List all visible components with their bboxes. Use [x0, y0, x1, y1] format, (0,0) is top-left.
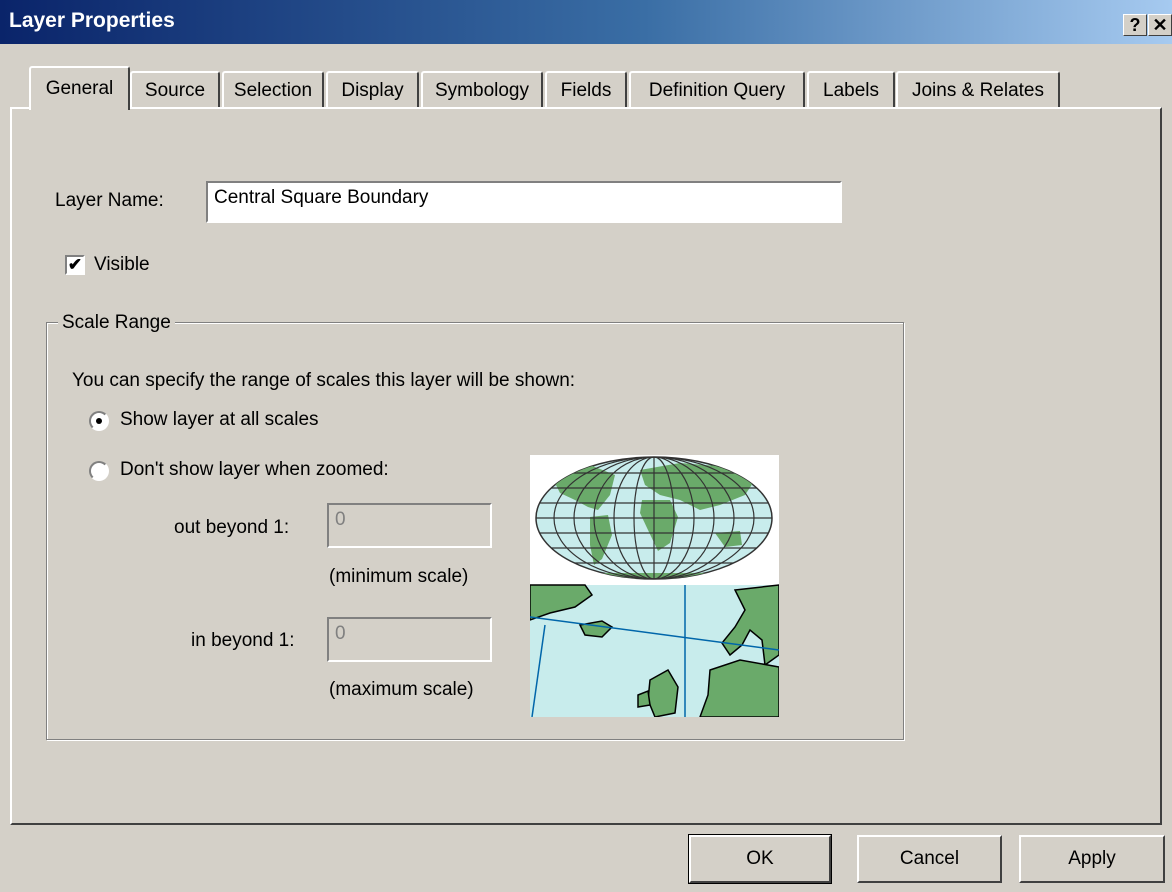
window-title: Layer Properties — [9, 9, 175, 32]
maximum-scale-label: (maximum scale) — [329, 679, 474, 700]
visible-label: Visible — [94, 254, 150, 275]
help-button[interactable]: ? — [1123, 14, 1147, 36]
visible-checkbox[interactable]: ✔ — [65, 255, 85, 275]
ok-button[interactable]: OK — [688, 834, 832, 884]
title-bar[interactable]: Layer Properties ? ✕ — [0, 0, 1172, 44]
scale-range-legend: Scale Range — [58, 312, 175, 334]
tab-selection[interactable]: Selection — [222, 71, 324, 108]
apply-button[interactable]: Apply — [1019, 835, 1165, 883]
layer-name-label: Layer Name: — [55, 190, 164, 211]
tab-symbology[interactable]: Symbology — [421, 71, 543, 108]
tab-display[interactable]: Display — [326, 71, 419, 108]
maximum-scale-input[interactable]: 0 — [327, 617, 492, 662]
show-all-scales-label: Show layer at all scales — [120, 409, 319, 430]
tab-source[interactable]: Source — [130, 71, 220, 108]
close-icon: ✕ — [1152, 15, 1168, 35]
zoomed-radio[interactable] — [89, 461, 109, 481]
show-all-scales-radio[interactable] — [89, 411, 109, 431]
world-map-image — [529, 456, 780, 718]
scale-range-description: You can specify the range of scales this… — [72, 370, 576, 391]
out-beyond-label: out beyond 1: — [174, 517, 290, 538]
tab-general[interactable]: General — [29, 66, 130, 110]
minimum-scale-label: (minimum scale) — [329, 566, 469, 587]
zoomed-label: Don't show layer when zoomed: — [120, 459, 389, 480]
tab-labels[interactable]: Labels — [807, 71, 895, 108]
in-beyond-label: in beyond 1: — [191, 630, 295, 651]
cancel-button[interactable]: Cancel — [857, 835, 1002, 883]
layer-name-input[interactable]: Central Square Boundary — [206, 181, 842, 223]
scale-illustration — [529, 455, 780, 718]
tab-joins-relates[interactable]: Joins & Relates — [896, 71, 1060, 108]
close-button[interactable]: ✕ — [1148, 14, 1172, 36]
tab-definition-query[interactable]: Definition Query — [629, 71, 805, 108]
minimum-scale-input[interactable]: 0 — [327, 503, 492, 548]
tab-fields[interactable]: Fields — [545, 71, 627, 108]
